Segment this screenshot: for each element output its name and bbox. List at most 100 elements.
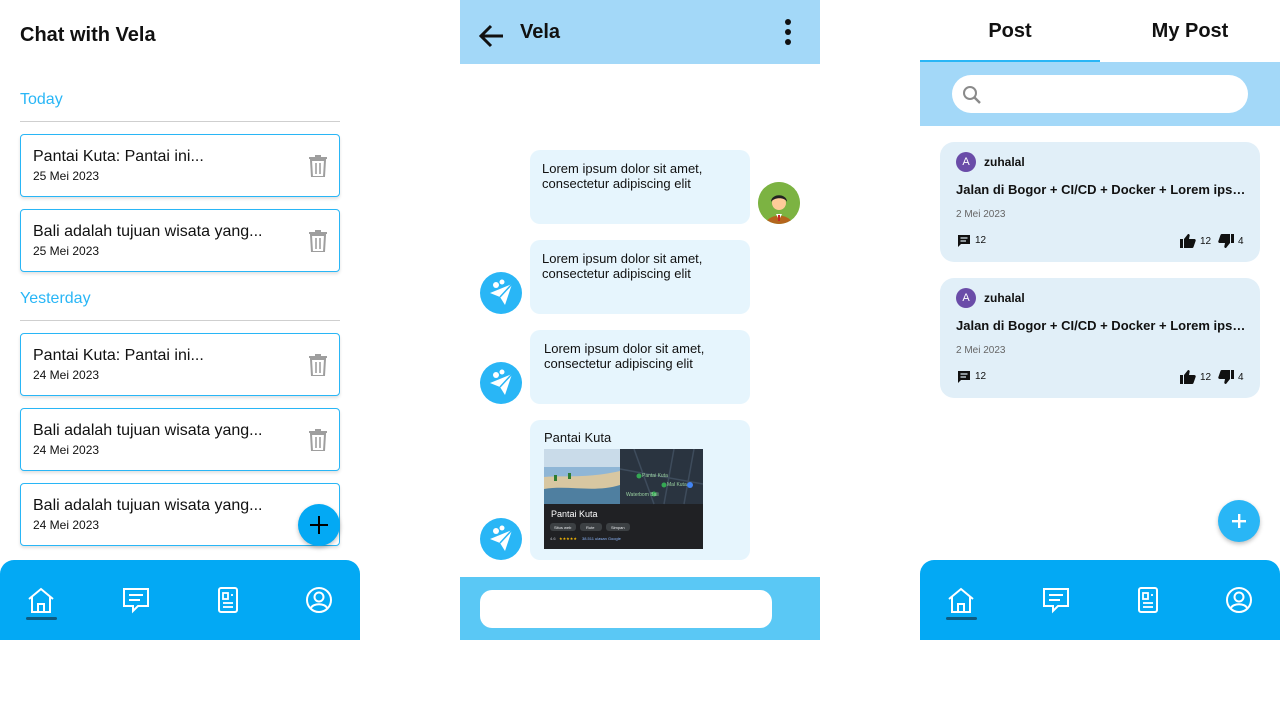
home-icon[interactable] — [25, 584, 57, 616]
avatar: A — [956, 288, 976, 308]
comment-icon — [958, 235, 970, 247]
bottom-nav — [920, 560, 1280, 640]
bot-message-bubble: Lorem ipsum dolor sit amet, consectetur … — [530, 240, 750, 314]
chat-header: Vela — [460, 0, 820, 64]
dislike-button[interactable]: 4 — [1218, 234, 1244, 248]
post-date: 2 Mei 2023 — [956, 209, 1006, 220]
trash-icon[interactable] — [309, 429, 327, 451]
thumb-down-icon — [1218, 370, 1234, 384]
chat-history-item[interactable]: Pantai Kuta: Pantai ini... 25 Mei 2023 — [20, 134, 340, 197]
user-avatar — [758, 182, 800, 224]
chat-history-item[interactable]: Bali adalah tujuan wisata yang... 24 Mei… — [20, 483, 340, 546]
chat-history-item[interactable]: Bali adalah tujuan wisata yang... 25 Mei… — [20, 209, 340, 272]
message-input[interactable] — [480, 590, 772, 628]
bot-message-bubble: Pantai Kuta Pantai Kuta Mal Kuta Waterbo… — [530, 420, 750, 560]
chat-title: Pantai Kuta: Pantai ini... — [33, 347, 204, 364]
message-text: Lorem ipsum dolor sit amet, consectetur … — [544, 341, 705, 371]
user-avatar-icon — [758, 182, 800, 224]
home-icon[interactable] — [945, 584, 977, 616]
like-button[interactable]: 12 — [1180, 234, 1211, 248]
post-card[interactable]: A zuhalal Jalan di Bogor + CI/CD + Docke… — [940, 142, 1260, 262]
profile-icon[interactable] — [1223, 584, 1255, 616]
post-card[interactable]: A zuhalal Jalan di Bogor + CI/CD + Docke… — [940, 278, 1260, 398]
plus-icon — [1232, 514, 1246, 528]
avatar: A — [956, 152, 976, 172]
search-icon — [963, 86, 981, 104]
user-message-bubble: Lorem ipsum dolor sit amet, consectetur … — [530, 150, 750, 224]
thumb-up-icon — [1180, 370, 1196, 384]
message-text: Pantai Kuta — [544, 430, 612, 445]
trash-icon[interactable] — [309, 230, 327, 252]
nav-active-indicator — [946, 617, 977, 620]
message-text: Lorem ipsum dolor sit amet, consectetur … — [542, 161, 703, 191]
tab-post[interactable]: Post — [920, 0, 1100, 62]
article-icon[interactable] — [1132, 584, 1164, 616]
back-arrow-icon[interactable] — [478, 22, 506, 50]
article-icon[interactable] — [212, 584, 244, 616]
search-bar-container — [920, 62, 1280, 126]
search-input[interactable] — [952, 75, 1248, 113]
map-place-name: Pantai Kuta — [551, 509, 598, 519]
nav-active-indicator — [26, 617, 57, 620]
like-count: 12 — [1200, 235, 1212, 247]
chat-title: Pantai Kuta: Pantai ini... — [33, 148, 204, 165]
post-title: Jalan di Bogor + CI/CD + Docker + Lorem … — [956, 318, 1246, 333]
chat-title: Bali adalah tujuan wisata yang... — [33, 497, 263, 514]
chat-title: Bali adalah tujuan wisata yang... — [33, 422, 263, 439]
like-count: 12 — [1200, 371, 1212, 383]
thumb-up-icon — [1180, 234, 1196, 248]
chat-history-item[interactable]: Pantai Kuta: Pantai ini... 24 Mei 2023 — [20, 333, 340, 396]
message-input-bar — [460, 577, 820, 640]
post-author: zuhalal — [984, 155, 1025, 169]
more-vert-icon[interactable] — [784, 18, 792, 46]
trash-icon[interactable] — [309, 155, 327, 177]
tab-my-post[interactable]: My Post — [1100, 0, 1280, 62]
map-route-button: Rute — [586, 525, 595, 530]
map-label: Pantai Kuta — [642, 473, 668, 479]
chat-date: 25 Mei 2023 — [33, 244, 100, 258]
comment-icon — [958, 371, 970, 383]
thumb-down-icon — [1218, 234, 1234, 248]
like-button[interactable]: 12 — [1180, 370, 1211, 384]
paper-plane-icon — [490, 369, 513, 395]
comment-count[interactable]: 12 — [957, 234, 986, 247]
message-text: Lorem ipsum dolor sit amet, consectetur … — [542, 251, 703, 281]
chat-date: 25 Mei 2023 — [33, 169, 100, 183]
map-rating: 4.6 — [550, 536, 556, 541]
chat-title: Bali adalah tujuan wisata yang... — [33, 223, 263, 240]
map-preview-image: Pantai Kuta Mal Kuta Waterbom Bali Panta… — [544, 449, 703, 541]
chat-history-screen: Chat with Vela Today Pantai Kuta: Pantai… — [0, 0, 360, 640]
map-label: Waterbom Bali — [626, 492, 659, 498]
bot-avatar — [480, 518, 522, 560]
chat-icon[interactable] — [120, 584, 152, 616]
bot-avatar — [480, 362, 522, 404]
section-label-today: Today — [20, 91, 63, 108]
section-label-yesterday: Yesterday — [20, 290, 91, 307]
map-preview-card[interactable]: Pantai Kuta Mal Kuta Waterbom Bali Panta… — [544, 449, 703, 549]
page-title: Chat with Vela — [20, 24, 156, 46]
new-post-button[interactable] — [1218, 500, 1260, 542]
comment-count[interactable]: 12 — [957, 370, 986, 383]
dislike-count: 4 — [1238, 371, 1244, 383]
divider — [20, 121, 340, 122]
chat-partner-name: Vela — [520, 21, 561, 43]
paper-plane-icon — [490, 279, 513, 305]
trash-icon[interactable] — [309, 354, 327, 376]
dislike-button[interactable]: 4 — [1218, 370, 1244, 384]
profile-icon[interactable] — [303, 584, 335, 616]
map-label: Mal Kuta — [667, 482, 687, 488]
chat-screen: Vela Lorem ipsum dolor sit amet, consect… — [460, 0, 820, 640]
post-date: 2 Mei 2023 — [956, 345, 1006, 356]
chat-history-item[interactable]: Bali adalah tujuan wisata yang... 24 Mei… — [20, 408, 340, 471]
forum-screen: Post My Post A zuhalal Jalan di Bogor + … — [920, 0, 1280, 640]
new-chat-button[interactable] — [298, 504, 340, 546]
divider — [20, 320, 340, 321]
map-rating-stars: ★★★★★ — [559, 536, 577, 541]
comment-count-value: 12 — [975, 371, 987, 382]
chat-icon[interactable] — [1040, 584, 1072, 616]
comment-count-value: 12 — [975, 235, 987, 246]
chat-date: 24 Mei 2023 — [33, 368, 100, 382]
post-author: zuhalal — [984, 291, 1025, 305]
bot-message-bubble: Lorem ipsum dolor sit amet, consectetur … — [530, 330, 750, 404]
chat-date: 24 Mei 2023 — [33, 518, 100, 532]
